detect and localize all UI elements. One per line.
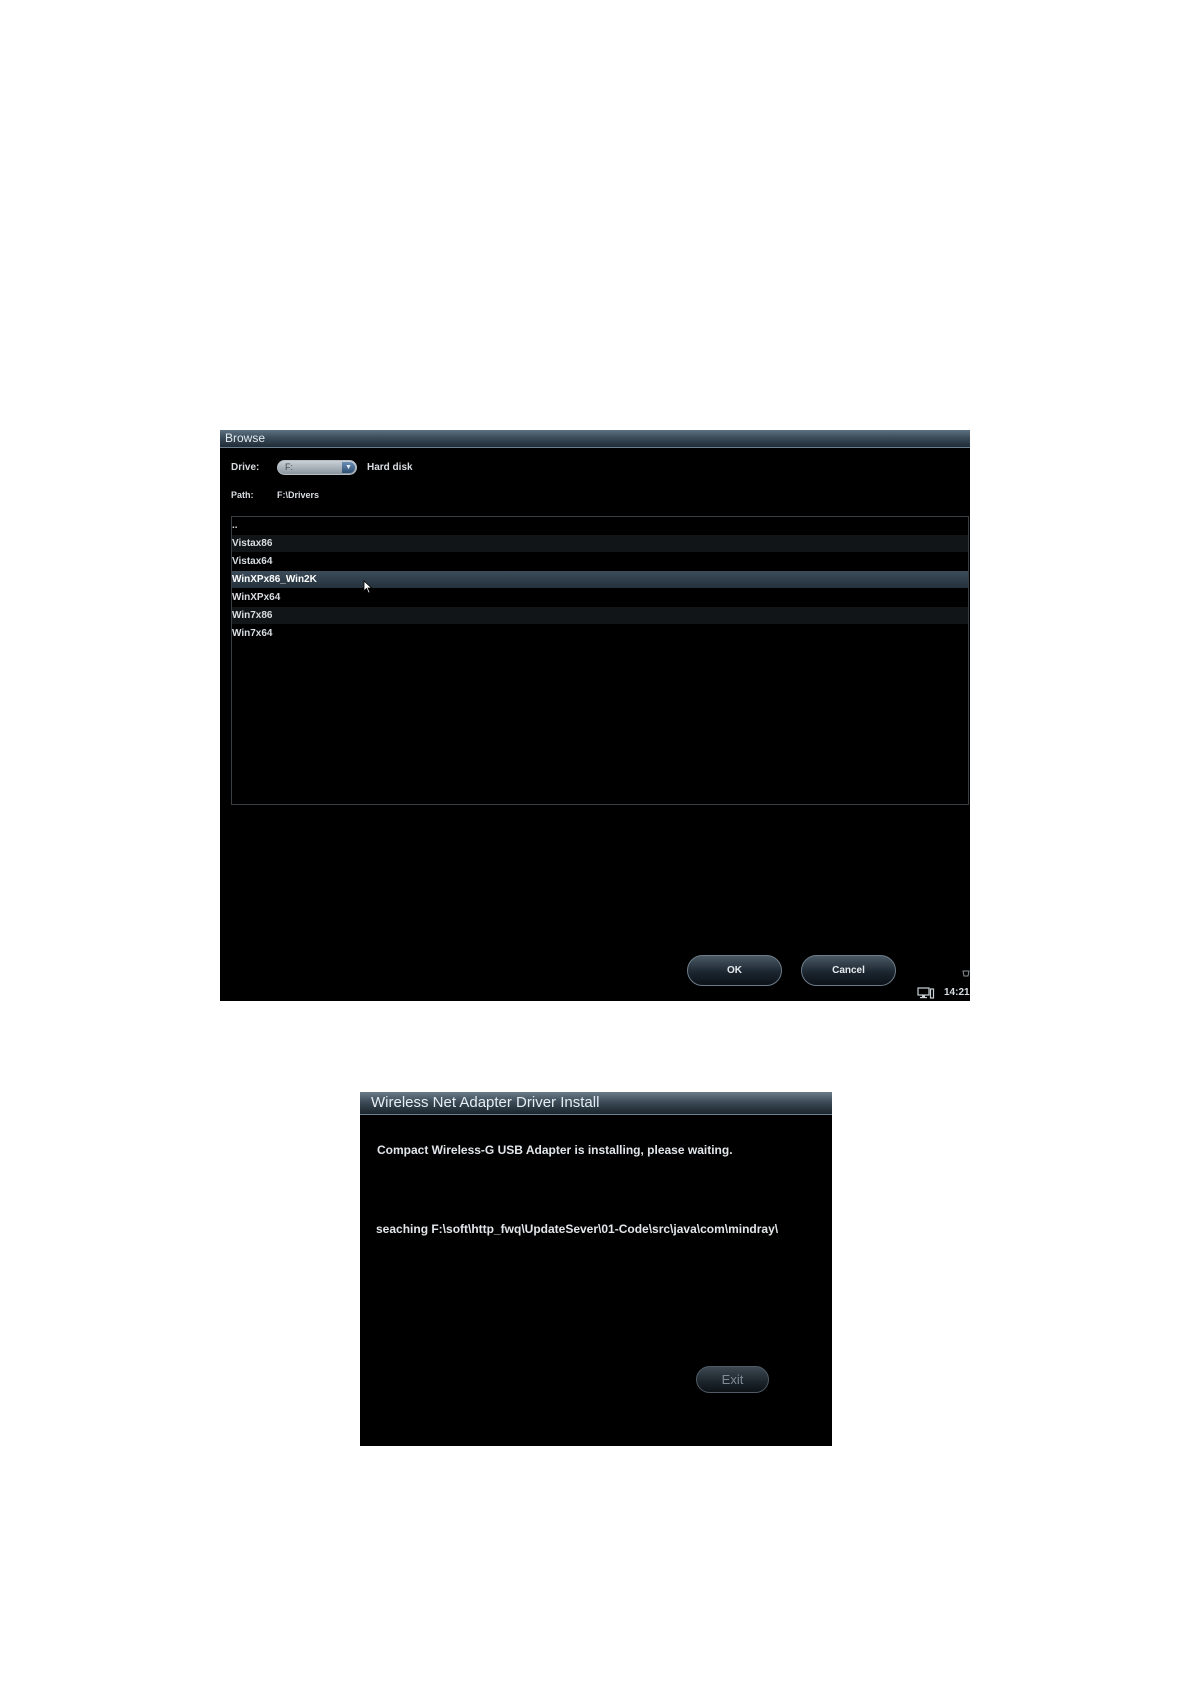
list-item[interactable]: WinXPx64: [232, 589, 968, 606]
drive-select-value: F:: [285, 462, 293, 472]
path-value: F:\Drivers: [277, 490, 320, 500]
ok-button[interactable]: OK: [687, 955, 782, 986]
list-item-selected[interactable]: WinXPx86_Win2K: [232, 571, 968, 588]
status-indicator-icon: [962, 970, 970, 977]
install-title-bar: Wireless Net Adapter Driver Install: [360, 1092, 832, 1115]
search-path-message: seaching F:\soft\http_fwq\UpdateSever\01…: [376, 1222, 779, 1236]
exit-button[interactable]: Exit: [696, 1366, 769, 1393]
driver-install-dialog: Wireless Net Adapter Driver Install Comp…: [360, 1092, 832, 1446]
drive-select[interactable]: F: ▼: [277, 460, 357, 475]
drive-label: Drive:: [231, 462, 260, 473]
list-item[interactable]: Win7x64: [232, 625, 968, 642]
dropdown-arrow-icon[interactable]: ▼: [342, 462, 355, 473]
list-item-parent[interactable]: ..: [232, 517, 968, 534]
list-item[interactable]: Vistax86: [232, 535, 968, 552]
mouse-cursor-icon: [363, 580, 373, 594]
list-item[interactable]: Vistax64: [232, 553, 968, 570]
install-status-message: Compact Wireless-G USB Adapter is instal…: [377, 1143, 733, 1157]
browse-title: Browse: [225, 431, 266, 445]
monitor-icon: [917, 987, 935, 999]
list-item[interactable]: Win7x86: [232, 607, 968, 624]
path-label: Path:: [231, 490, 254, 500]
browse-dialog: Browse Drive: F: ▼ Hard disk Path: F:\Dr…: [220, 430, 970, 1001]
file-list[interactable]: .. Vistax86 Vistax64 WinXPx86_Win2K WinX…: [231, 516, 969, 805]
browse-title-bar: Browse: [220, 430, 970, 448]
drive-type-label: Hard disk: [367, 462, 413, 473]
install-title: Wireless Net Adapter Driver Install: [371, 1094, 600, 1111]
cancel-button[interactable]: Cancel: [801, 955, 896, 986]
clock: 14:21: [944, 987, 970, 998]
